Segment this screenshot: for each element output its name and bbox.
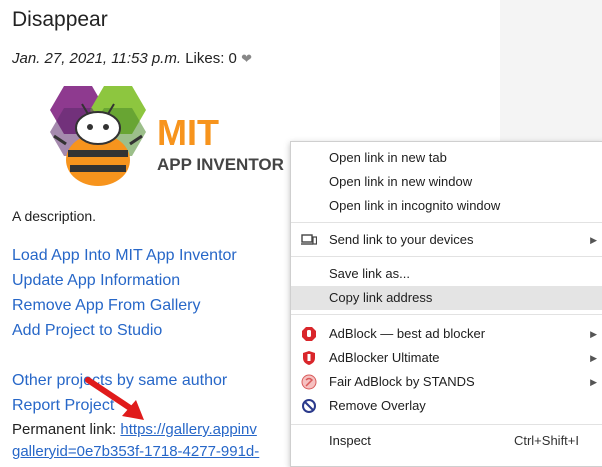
chevron-right-icon: ▶ [590, 353, 597, 363]
context-menu: Open link in new tab Open link in new wi… [290, 141, 602, 467]
menu-open-new-tab[interactable]: Open link in new tab [291, 146, 602, 170]
menu-save-link-as[interactable]: Save link as... [291, 262, 602, 286]
load-app-link[interactable]: Load App Into MIT App Inventor [12, 247, 237, 265]
chevron-right-icon: ▶ [590, 377, 597, 387]
menu-adblock[interactable]: AdBlock — best ad blocker ▶ [291, 322, 602, 346]
update-app-info-link[interactable]: Update App Information [12, 272, 180, 290]
menu-inspect[interactable]: Inspect Ctrl+Shift+I [291, 429, 602, 453]
menu-separator [291, 424, 602, 425]
menu-adblocker-ultimate[interactable]: AdBlocker Ultimate ▶ [291, 346, 602, 370]
mit-app-inventor-logo: MIT APP INVENTOR [50, 86, 284, 186]
publish-date: Jan. 27, 2021, 11:53 p.m. [12, 50, 182, 67]
menu-copy-link-address[interactable]: Copy link address [291, 286, 602, 310]
chevron-right-icon: ▶ [590, 329, 597, 339]
add-to-studio-link[interactable]: Add Project to Studio [12, 322, 162, 340]
menu-separator [291, 314, 602, 315]
logo-mit-text: MIT [157, 112, 219, 153]
logo-app-inventor-text: APP INVENTOR [157, 155, 284, 174]
heart-icon[interactable]: ❤ [241, 51, 252, 66]
fair-adblock-icon [301, 374, 317, 390]
remove-app-link[interactable]: Remove App From Gallery [12, 297, 201, 315]
menu-separator [291, 222, 602, 223]
adblock-icon [302, 327, 316, 341]
menu-open-incognito[interactable]: Open link in incognito window [291, 194, 602, 218]
inspect-shortcut: Ctrl+Shift+I [513, 433, 579, 448]
menu-remove-overlay[interactable]: Remove Overlay [291, 394, 602, 418]
menu-separator [291, 256, 602, 257]
project-description: A description. [12, 208, 97, 224]
remove-overlay-icon [302, 399, 316, 413]
chevron-right-icon: ▶ [590, 235, 597, 245]
gallery-id-link[interactable]: galleryid=0e7b353f-1718-4277-991d- [12, 443, 259, 460]
project-meta: Jan. 27, 2021, 11:53 p.m. Likes: 0 ❤ [12, 50, 252, 67]
menu-send-to-devices[interactable]: Send link to your devices ▶ [291, 228, 602, 252]
devices-icon [301, 234, 317, 245]
adblocker-ultimate-icon [303, 351, 315, 365]
menu-open-new-window[interactable]: Open link in new window [291, 170, 602, 194]
red-arrow-icon [85, 377, 144, 420]
page-title: Disappear [12, 8, 108, 31]
menu-fair-adblock[interactable]: Fair AdBlock by STANDS ▶ [291, 370, 602, 394]
likes-count: Likes: 0 [185, 50, 237, 67]
